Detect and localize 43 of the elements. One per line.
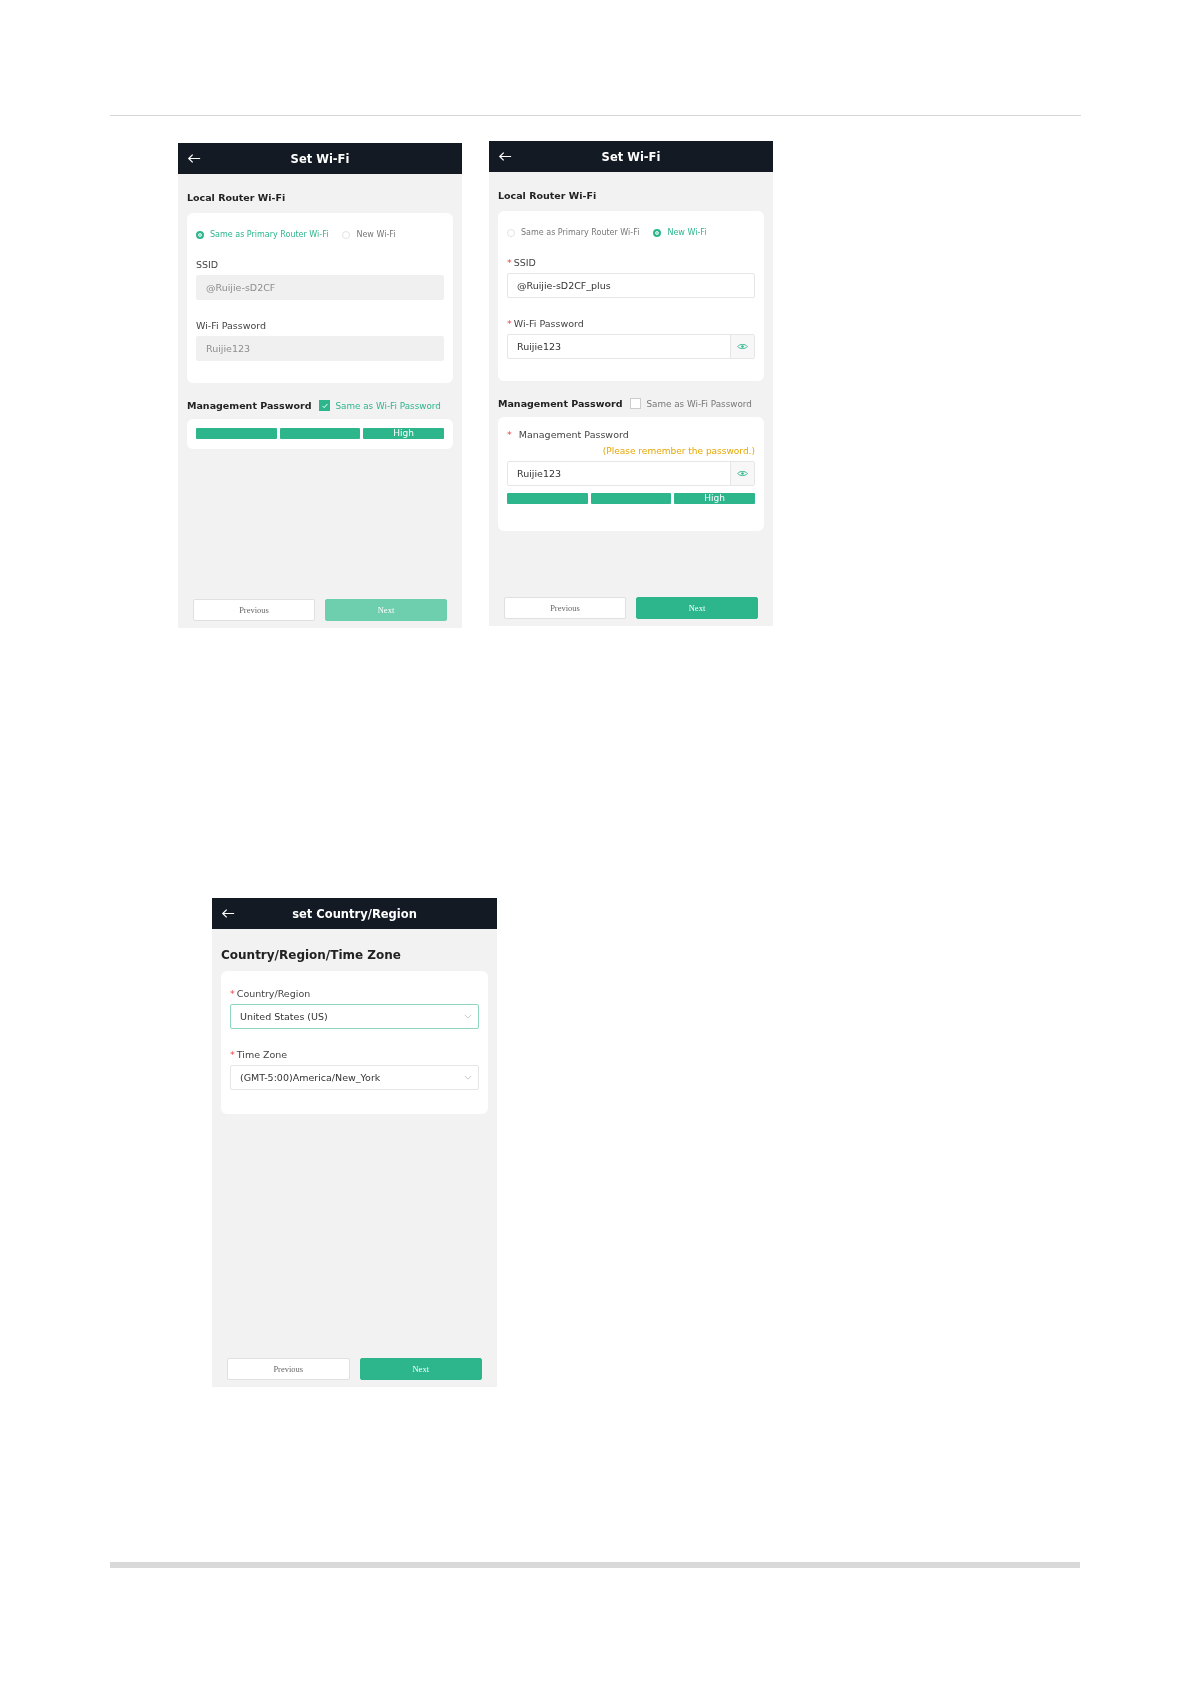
hint-text: (Please remember the password.) [601, 446, 755, 456]
radio-option[interactable]: Same as Primary Router Wi-Fi [507, 228, 640, 237]
previous-button[interactable]: Previous [227, 1358, 350, 1380]
required-mark: * [507, 257, 512, 268]
back-arrow-icon[interactable] [221, 908, 235, 919]
field-label: Wi-Fi Password [196, 320, 267, 331]
field-label: SSID [196, 259, 219, 270]
screen-title: Set Wi-Fi [290, 151, 350, 166]
field-label: Management Password [518, 429, 629, 440]
previous-button[interactable]: Previous [193, 599, 315, 621]
section-title: Local Router Wi-Fi [187, 192, 287, 203]
input-field[interactable]: Ruijie123 [507, 461, 755, 486]
radio-option[interactable]: Same as Primary Router Wi-Fi [196, 230, 329, 239]
strength-label: High [393, 429, 414, 438]
chevron-down-icon [464, 1014, 472, 1019]
screen-title: set Country/Region [292, 906, 417, 921]
field-label: Wi-Fi Password [513, 318, 584, 329]
section-title: Management Password [498, 398, 623, 409]
back-arrow-icon[interactable] [498, 151, 512, 162]
section-title: Management Password [187, 400, 312, 411]
next-button[interactable]: Next [359, 1358, 482, 1380]
select-field[interactable]: (GMT-5:00)America/New_York [230, 1065, 479, 1090]
required-mark: * [507, 429, 512, 440]
field-label: Time Zone [236, 1049, 288, 1060]
required-mark: * [507, 318, 512, 329]
next-button[interactable]: Next [636, 597, 758, 619]
input-field[interactable]: @Ruijie-sD2CF_plus [507, 273, 755, 298]
screen-title: Set Wi-Fi [601, 149, 661, 164]
required-mark: * [230, 1049, 235, 1060]
chevron-down-icon [464, 1075, 472, 1080]
back-arrow-icon[interactable] [187, 153, 201, 164]
field-label: Country/Region [236, 988, 311, 999]
previous-button[interactable]: Previous [504, 597, 626, 619]
checkbox-option[interactable]: Same as Wi-Fi Password [630, 398, 752, 409]
section-title: Country/Region/Time Zone [221, 948, 402, 962]
field-label: SSID [513, 257, 536, 268]
strength-label: High [704, 494, 725, 503]
radio-option[interactable]: New Wi-Fi [653, 228, 707, 237]
section-title: Local Router Wi-Fi [498, 190, 598, 201]
required-mark: * [230, 988, 235, 999]
radio-option[interactable]: New Wi-Fi [342, 230, 396, 239]
input-field[interactable]: Ruijie123 [507, 334, 755, 359]
select-field[interactable]: United States (US) [230, 1004, 479, 1029]
